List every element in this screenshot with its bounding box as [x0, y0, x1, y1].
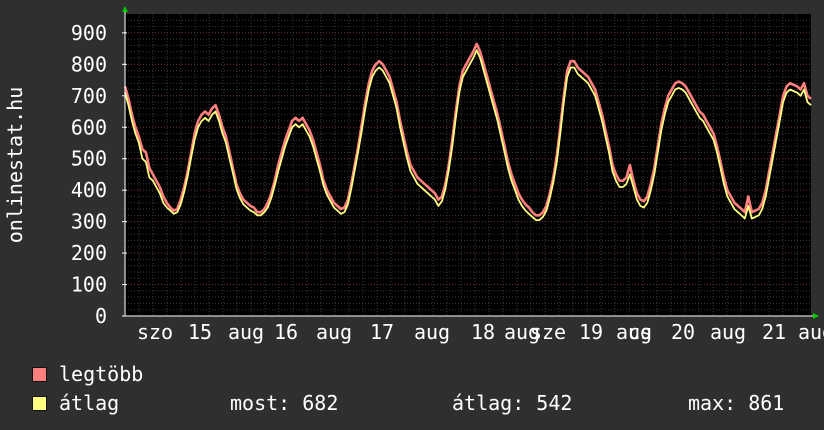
y-tick-label: 200: [71, 241, 107, 265]
y-tick-label: 100: [71, 273, 107, 297]
y-tick-label: 900: [71, 21, 107, 45]
x-tick-label: 19: [579, 320, 603, 344]
y-tick-label: 600: [71, 115, 107, 139]
stat-max: max: 861: [688, 391, 785, 415]
x-tick-label: cs: [628, 320, 652, 344]
x-tick-label: aug: [710, 320, 746, 344]
x-tick-label: aug: [798, 320, 824, 344]
x-tick-label: sze: [530, 320, 566, 344]
legend-row-max: legtöbb: [32, 363, 143, 385]
x-tick-label: 18: [471, 320, 495, 344]
legend-label-avg: átlag: [59, 391, 120, 415]
x-tick-label: 16: [274, 320, 298, 344]
y-tick-label: 300: [71, 210, 107, 234]
x-tick-label: 21: [762, 320, 786, 344]
y-tick-label: 500: [71, 147, 107, 171]
x-tick-label: aug: [316, 320, 352, 344]
x-tick-label: aug: [228, 320, 264, 344]
y-tick-label: 700: [71, 84, 107, 108]
legend-row-avg: átlag: [32, 392, 119, 414]
y-tick-label: 800: [71, 52, 107, 76]
stat-average: átlag: 542: [452, 391, 573, 415]
stat-current: most: 682: [230, 391, 339, 415]
legend-swatch-avg: [32, 396, 47, 411]
x-tick-labels: szo 15 aug 16 aug 17 aug 18 augsze 19 augcs 20 aug 21…: [137, 320, 824, 344]
y-axis-label: onlinestat.hu: [3, 87, 27, 244]
legend-label-max: legtöbb: [59, 362, 144, 386]
y-tick-label: 400: [71, 178, 107, 202]
x-tick-label: 20: [671, 320, 695, 344]
x-tick-label: aug: [414, 320, 450, 344]
x-tick-label: 15: [188, 320, 212, 344]
y-tick-label: 0: [95, 304, 107, 328]
x-tick-label: 17: [370, 320, 394, 344]
x-tick-label: szo: [137, 320, 173, 344]
legend-swatch-max: [32, 367, 47, 382]
